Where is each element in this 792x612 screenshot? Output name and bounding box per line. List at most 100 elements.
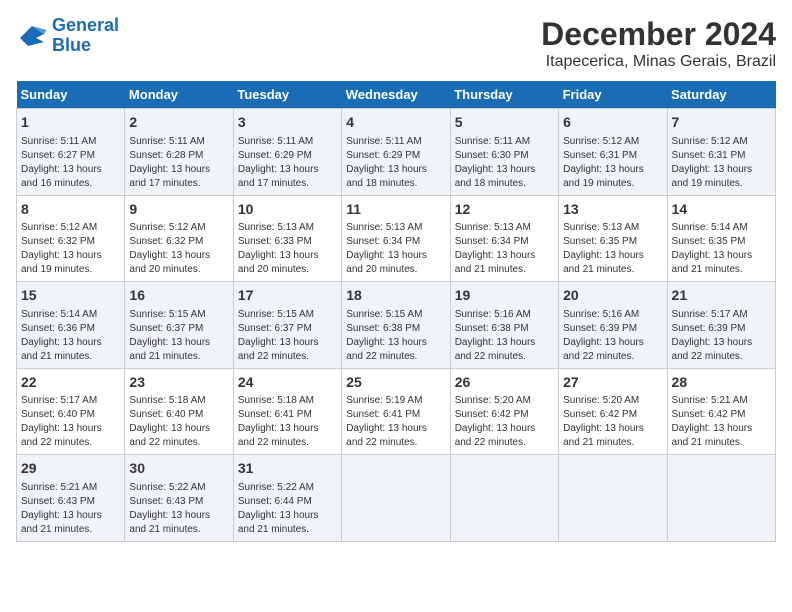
day-number: 16 (129, 286, 228, 306)
calendar-cell: 10Sunrise: 5:13 AMSunset: 6:33 PMDayligh… (233, 195, 341, 282)
day-number: 14 (672, 200, 771, 220)
day-number: 13 (563, 200, 662, 220)
day-info: Sunrise: 5:21 AMSunset: 6:43 PMDaylight:… (21, 481, 120, 537)
day-info: Sunrise: 5:12 AMSunset: 6:31 PMDaylight:… (672, 135, 771, 191)
logo-icon (16, 22, 48, 50)
calendar-cell (450, 455, 558, 542)
calendar-cell (559, 455, 667, 542)
day-of-week-tuesday: Tuesday (233, 81, 341, 109)
day-of-week-wednesday: Wednesday (342, 81, 450, 109)
day-info: Sunrise: 5:22 AMSunset: 6:43 PMDaylight:… (129, 481, 228, 537)
day-number: 24 (238, 373, 337, 393)
logo-text: General Blue (52, 16, 119, 56)
day-info: Sunrise: 5:16 AMSunset: 6:39 PMDaylight:… (563, 308, 662, 364)
day-info: Sunrise: 5:11 AMSunset: 6:28 PMDaylight:… (129, 135, 228, 191)
day-info: Sunrise: 5:19 AMSunset: 6:41 PMDaylight:… (346, 394, 445, 450)
calendar-cell: 1Sunrise: 5:11 AMSunset: 6:27 PMDaylight… (17, 109, 125, 196)
day-number: 22 (21, 373, 120, 393)
day-number: 23 (129, 373, 228, 393)
day-info: Sunrise: 5:17 AMSunset: 6:39 PMDaylight:… (672, 308, 771, 364)
day-info: Sunrise: 5:11 AMSunset: 6:27 PMDaylight:… (21, 135, 120, 191)
calendar-cell: 4Sunrise: 5:11 AMSunset: 6:29 PMDaylight… (342, 109, 450, 196)
calendar-cell: 8Sunrise: 5:12 AMSunset: 6:32 PMDaylight… (17, 195, 125, 282)
day-number: 29 (21, 459, 120, 479)
calendar-cell: 2Sunrise: 5:11 AMSunset: 6:28 PMDaylight… (125, 109, 233, 196)
day-of-week-monday: Monday (125, 81, 233, 109)
day-info: Sunrise: 5:20 AMSunset: 6:42 PMDaylight:… (563, 394, 662, 450)
calendar-cell: 18Sunrise: 5:15 AMSunset: 6:38 PMDayligh… (342, 282, 450, 369)
week-row-3: 15Sunrise: 5:14 AMSunset: 6:36 PMDayligh… (17, 282, 776, 369)
day-number: 6 (563, 113, 662, 133)
day-info: Sunrise: 5:18 AMSunset: 6:41 PMDaylight:… (238, 394, 337, 450)
calendar-cell: 17Sunrise: 5:15 AMSunset: 6:37 PMDayligh… (233, 282, 341, 369)
day-info: Sunrise: 5:14 AMSunset: 6:36 PMDaylight:… (21, 308, 120, 364)
day-info: Sunrise: 5:16 AMSunset: 6:38 PMDaylight:… (455, 308, 554, 364)
calendar-cell: 21Sunrise: 5:17 AMSunset: 6:39 PMDayligh… (667, 282, 775, 369)
title-block: December 2024 Itapecerica, Minas Gerais,… (541, 16, 776, 71)
day-number: 9 (129, 200, 228, 220)
calendar-cell: 20Sunrise: 5:16 AMSunset: 6:39 PMDayligh… (559, 282, 667, 369)
day-number: 10 (238, 200, 337, 220)
day-of-week-sunday: Sunday (17, 81, 125, 109)
calendar-table: SundayMondayTuesdayWednesdayThursdayFrid… (16, 81, 776, 542)
day-info: Sunrise: 5:18 AMSunset: 6:40 PMDaylight:… (129, 394, 228, 450)
calendar-cell: 23Sunrise: 5:18 AMSunset: 6:40 PMDayligh… (125, 368, 233, 455)
calendar-cell: 25Sunrise: 5:19 AMSunset: 6:41 PMDayligh… (342, 368, 450, 455)
day-of-week-thursday: Thursday (450, 81, 558, 109)
logo: General Blue (16, 16, 119, 56)
page-subtitle: Itapecerica, Minas Gerais, Brazil (541, 53, 776, 71)
calendar-cell: 7Sunrise: 5:12 AMSunset: 6:31 PMDaylight… (667, 109, 775, 196)
day-info: Sunrise: 5:13 AMSunset: 6:34 PMDaylight:… (346, 221, 445, 277)
page-header: General Blue December 2024 Itapecerica, … (16, 16, 776, 71)
day-number: 12 (455, 200, 554, 220)
logo-line2: Blue (52, 35, 91, 55)
calendar-cell: 12Sunrise: 5:13 AMSunset: 6:34 PMDayligh… (450, 195, 558, 282)
day-info: Sunrise: 5:20 AMSunset: 6:42 PMDaylight:… (455, 394, 554, 450)
week-row-2: 8Sunrise: 5:12 AMSunset: 6:32 PMDaylight… (17, 195, 776, 282)
calendar-cell: 11Sunrise: 5:13 AMSunset: 6:34 PMDayligh… (342, 195, 450, 282)
logo-line1: General (52, 15, 119, 35)
day-info: Sunrise: 5:21 AMSunset: 6:42 PMDaylight:… (672, 394, 771, 450)
calendar-cell: 28Sunrise: 5:21 AMSunset: 6:42 PMDayligh… (667, 368, 775, 455)
day-number: 19 (455, 286, 554, 306)
calendar-cell: 31Sunrise: 5:22 AMSunset: 6:44 PMDayligh… (233, 455, 341, 542)
day-of-week-saturday: Saturday (667, 81, 775, 109)
week-row-5: 29Sunrise: 5:21 AMSunset: 6:43 PMDayligh… (17, 455, 776, 542)
calendar-cell: 29Sunrise: 5:21 AMSunset: 6:43 PMDayligh… (17, 455, 125, 542)
calendar-cell: 9Sunrise: 5:12 AMSunset: 6:32 PMDaylight… (125, 195, 233, 282)
day-info: Sunrise: 5:11 AMSunset: 6:30 PMDaylight:… (455, 135, 554, 191)
day-info: Sunrise: 5:11 AMSunset: 6:29 PMDaylight:… (238, 135, 337, 191)
day-number: 25 (346, 373, 445, 393)
day-info: Sunrise: 5:13 AMSunset: 6:33 PMDaylight:… (238, 221, 337, 277)
day-number: 26 (455, 373, 554, 393)
day-info: Sunrise: 5:13 AMSunset: 6:34 PMDaylight:… (455, 221, 554, 277)
day-info: Sunrise: 5:15 AMSunset: 6:37 PMDaylight:… (129, 308, 228, 364)
day-info: Sunrise: 5:15 AMSunset: 6:37 PMDaylight:… (238, 308, 337, 364)
calendar-cell: 30Sunrise: 5:22 AMSunset: 6:43 PMDayligh… (125, 455, 233, 542)
day-of-week-friday: Friday (559, 81, 667, 109)
day-number: 21 (672, 286, 771, 306)
day-number: 31 (238, 459, 337, 479)
day-info: Sunrise: 5:14 AMSunset: 6:35 PMDaylight:… (672, 221, 771, 277)
day-number: 11 (346, 200, 445, 220)
calendar-cell (667, 455, 775, 542)
day-info: Sunrise: 5:12 AMSunset: 6:31 PMDaylight:… (563, 135, 662, 191)
day-number: 18 (346, 286, 445, 306)
week-row-4: 22Sunrise: 5:17 AMSunset: 6:40 PMDayligh… (17, 368, 776, 455)
calendar-cell: 5Sunrise: 5:11 AMSunset: 6:30 PMDaylight… (450, 109, 558, 196)
day-number: 30 (129, 459, 228, 479)
day-info: Sunrise: 5:12 AMSunset: 6:32 PMDaylight:… (21, 221, 120, 277)
day-number: 7 (672, 113, 771, 133)
calendar-cell: 3Sunrise: 5:11 AMSunset: 6:29 PMDaylight… (233, 109, 341, 196)
day-info: Sunrise: 5:17 AMSunset: 6:40 PMDaylight:… (21, 394, 120, 450)
day-number: 28 (672, 373, 771, 393)
calendar-cell: 16Sunrise: 5:15 AMSunset: 6:37 PMDayligh… (125, 282, 233, 369)
day-info: Sunrise: 5:22 AMSunset: 6:44 PMDaylight:… (238, 481, 337, 537)
week-row-1: 1Sunrise: 5:11 AMSunset: 6:27 PMDaylight… (17, 109, 776, 196)
day-info: Sunrise: 5:13 AMSunset: 6:35 PMDaylight:… (563, 221, 662, 277)
day-number: 17 (238, 286, 337, 306)
calendar-cell (342, 455, 450, 542)
day-number: 15 (21, 286, 120, 306)
day-number: 1 (21, 113, 120, 133)
day-info: Sunrise: 5:12 AMSunset: 6:32 PMDaylight:… (129, 221, 228, 277)
